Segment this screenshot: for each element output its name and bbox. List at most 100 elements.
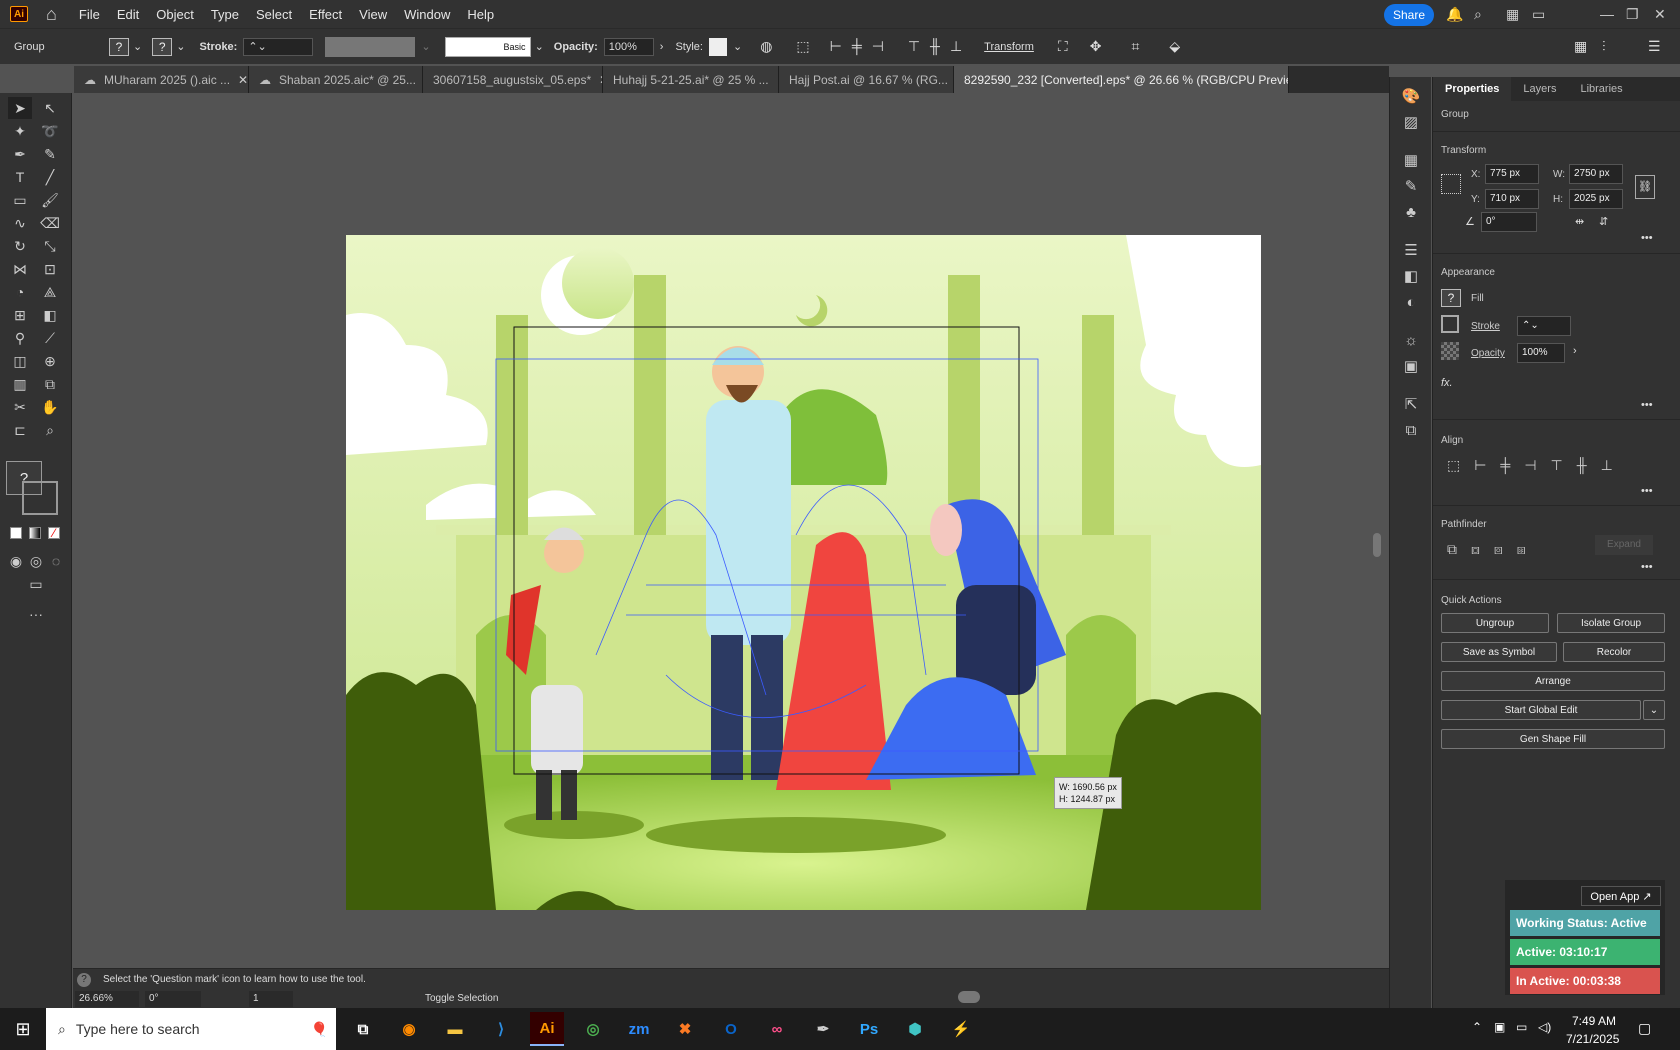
- menu-icon[interactable]: ☰: [1648, 38, 1661, 55]
- stroke-label[interactable]: Stroke: [1471, 321, 1500, 332]
- fill-swatch[interactable]: ?: [109, 37, 129, 56]
- slice-tool-icon[interactable]: ✂: [8, 396, 32, 418]
- graphic-style-swatch[interactable]: [708, 37, 727, 56]
- app-icon[interactable]: ⚡: [944, 1012, 978, 1046]
- gradient-mode-icon[interactable]: [29, 527, 41, 539]
- vscode-icon[interactable]: ⟩: [484, 1012, 518, 1046]
- eyedropper-icon[interactable]: ⚲: [8, 327, 32, 349]
- brush-definition[interactable]: Basic: [444, 36, 531, 57]
- clock-time[interactable]: 7:49 AM: [1572, 1014, 1616, 1028]
- close-tab-icon[interactable]: ✕: [238, 73, 248, 87]
- menu-help[interactable]: Help: [467, 7, 494, 22]
- artboards-icon[interactable]: ⧉: [1400, 419, 1422, 441]
- graphic-styles-icon[interactable]: ▣: [1400, 355, 1422, 377]
- align-to-icon[interactable]: ⬚: [796, 38, 809, 55]
- artboard-number-field[interactable]: 1: [249, 991, 293, 1007]
- open-app-button[interactable]: Open App ↗: [1581, 886, 1661, 906]
- toggle-selection-label[interactable]: Toggle Selection: [425, 993, 498, 1004]
- workspace-icon[interactable]: ▭: [1532, 6, 1545, 23]
- tray-icon[interactable]: ▣: [1494, 1020, 1505, 1034]
- type-tool-icon[interactable]: T: [8, 166, 32, 188]
- rotation-field[interactable]: 0°: [145, 991, 201, 1007]
- constrain-proportions-icon[interactable]: ⛓: [1635, 175, 1655, 199]
- direct-selection-tool-icon[interactable]: ↖: [38, 97, 62, 119]
- selection-tool-icon[interactable]: ➤: [8, 97, 32, 119]
- save-as-symbol-button[interactable]: Save as Symbol: [1441, 642, 1557, 662]
- reference-point-icon[interactable]: [1441, 174, 1461, 194]
- tab-properties[interactable]: Properties: [1433, 77, 1512, 101]
- stroke-swatch[interactable]: ?: [152, 37, 173, 56]
- menu-file[interactable]: File: [79, 7, 100, 22]
- tab-layers[interactable]: Layers: [1511, 77, 1568, 101]
- width-tool-icon[interactable]: ⋈: [8, 258, 32, 280]
- pinch-icon[interactable]: ⊏: [8, 419, 32, 441]
- color-panel-icon[interactable]: 🎨: [1400, 85, 1422, 107]
- flip-vertical-icon[interactable]: ⇵: [1599, 215, 1608, 228]
- fx-icon[interactable]: fx.: [1441, 377, 1453, 389]
- transform-link[interactable]: Transform: [984, 41, 1034, 53]
- x-field[interactable]: 775 px: [1485, 164, 1539, 184]
- photoshop-icon[interactable]: Ps: [852, 1012, 886, 1046]
- file-explorer-icon[interactable]: ▬: [438, 1012, 472, 1046]
- align-buttons-icon[interactable]: ⬚⊢╪⊣⊤╫⊥: [1447, 457, 1627, 474]
- shape-builder-icon[interactable]: ◔: [8, 281, 32, 303]
- puppet-warp-icon[interactable]: ✥: [1090, 38, 1102, 55]
- artboard-tool-icon[interactable]: ⧉: [38, 373, 62, 395]
- stroke-color-swatch[interactable]: [22, 481, 58, 515]
- zoom-icon[interactable]: zm: [622, 1012, 656, 1046]
- more-options-icon[interactable]: •••: [1641, 561, 1653, 573]
- windows-start-icon[interactable]: ⊞: [0, 1008, 46, 1050]
- artwork-illustration[interactable]: [346, 235, 1261, 910]
- menu-edit[interactable]: Edit: [117, 7, 139, 22]
- shaper-tool-icon[interactable]: ∿: [8, 212, 32, 234]
- document-tab-active[interactable]: 8292590_232 [Converted].eps* @ 26.66 % (…: [954, 66, 1289, 93]
- search-icon[interactable]: ⌕: [1474, 6, 1482, 23]
- notification-icon[interactable]: ▢: [1638, 1020, 1651, 1037]
- opacity-field[interactable]: 100%: [1517, 343, 1565, 363]
- symbols-icon[interactable]: ♣: [1400, 201, 1422, 223]
- hand-tool-icon[interactable]: ✋: [38, 396, 62, 418]
- align-icons[interactable]: ⊢╪⊣ ⊤╫⊥: [830, 38, 973, 55]
- opacity-field[interactable]: 100%: [603, 37, 654, 56]
- flip-horizontal-icon[interactable]: ⇹: [1575, 215, 1584, 228]
- creative-cloud-icon[interactable]: ∞: [760, 1012, 794, 1046]
- menu-effect[interactable]: Effect: [309, 7, 342, 22]
- appearance-icon[interactable]: ☼: [1400, 329, 1422, 351]
- question-icon[interactable]: ?: [77, 973, 91, 987]
- horizontal-scrollbar-thumb[interactable]: [958, 991, 980, 1003]
- fill-swatch[interactable]: ?: [1441, 289, 1461, 307]
- width-field[interactable]: 2750 px: [1569, 164, 1623, 184]
- pathfinder-buttons-icon[interactable]: ⧉⧈⧇⧆: [1447, 541, 1540, 558]
- menu-type[interactable]: Type: [211, 7, 239, 22]
- document-tab[interactable]: Hajj Post.ai @ 16.67 % (RG...✕: [779, 66, 954, 93]
- volume-icon[interactable]: ◁): [1538, 1020, 1551, 1034]
- chevron-down-icon[interactable]: ⌄: [535, 40, 544, 53]
- share-button[interactable]: Share: [1384, 4, 1434, 26]
- stroke-panel-icon[interactable]: ☰: [1400, 239, 1422, 261]
- canvas-area[interactable]: W: 1690.56 px H: 1244.87 px: [73, 93, 1389, 1001]
- artboard[interactable]: W: 1690.56 px H: 1244.87 px: [346, 235, 1261, 910]
- pen-app-icon[interactable]: ✒: [806, 1012, 840, 1046]
- close-icon[interactable]: ✕: [1654, 6, 1666, 23]
- blend-tool-icon[interactable]: ◫: [8, 350, 32, 372]
- export-icon[interactable]: ⇱: [1400, 393, 1422, 415]
- scale-tool-icon[interactable]: ⤡: [38, 235, 62, 257]
- vertical-scrollbar-thumb[interactable]: [1373, 533, 1381, 557]
- xampp-icon[interactable]: ✖: [668, 1012, 702, 1046]
- envelope-icon[interactable]: ⌗: [1131, 38, 1139, 55]
- stroke-weight-field[interactable]: ⌃⌄: [243, 37, 314, 56]
- mesh-tool-icon[interactable]: ⊞: [8, 304, 32, 326]
- more-options-icon[interactable]: •••: [1641, 399, 1653, 411]
- home-icon[interactable]: ⌂: [46, 4, 57, 25]
- isolate-icon[interactable]: ⛶: [1058, 38, 1068, 55]
- swatches-icon[interactable]: ▦: [1400, 149, 1422, 171]
- app-icon[interactable]: ⬢: [898, 1012, 932, 1046]
- outlook-icon[interactable]: O: [714, 1012, 748, 1046]
- edit-toolbar-icon[interactable]: ···: [24, 603, 48, 625]
- task-view-icon[interactable]: ⧉: [346, 1012, 380, 1046]
- symbol-sprayer-icon[interactable]: ⊕: [38, 350, 62, 372]
- eraser-icon[interactable]: ⌫: [38, 212, 62, 234]
- tray-chevron-icon[interactable]: ⌃: [1472, 1020, 1482, 1034]
- none-mode-icon[interactable]: ⁄: [48, 527, 60, 539]
- angle-field[interactable]: 0°: [1481, 212, 1537, 232]
